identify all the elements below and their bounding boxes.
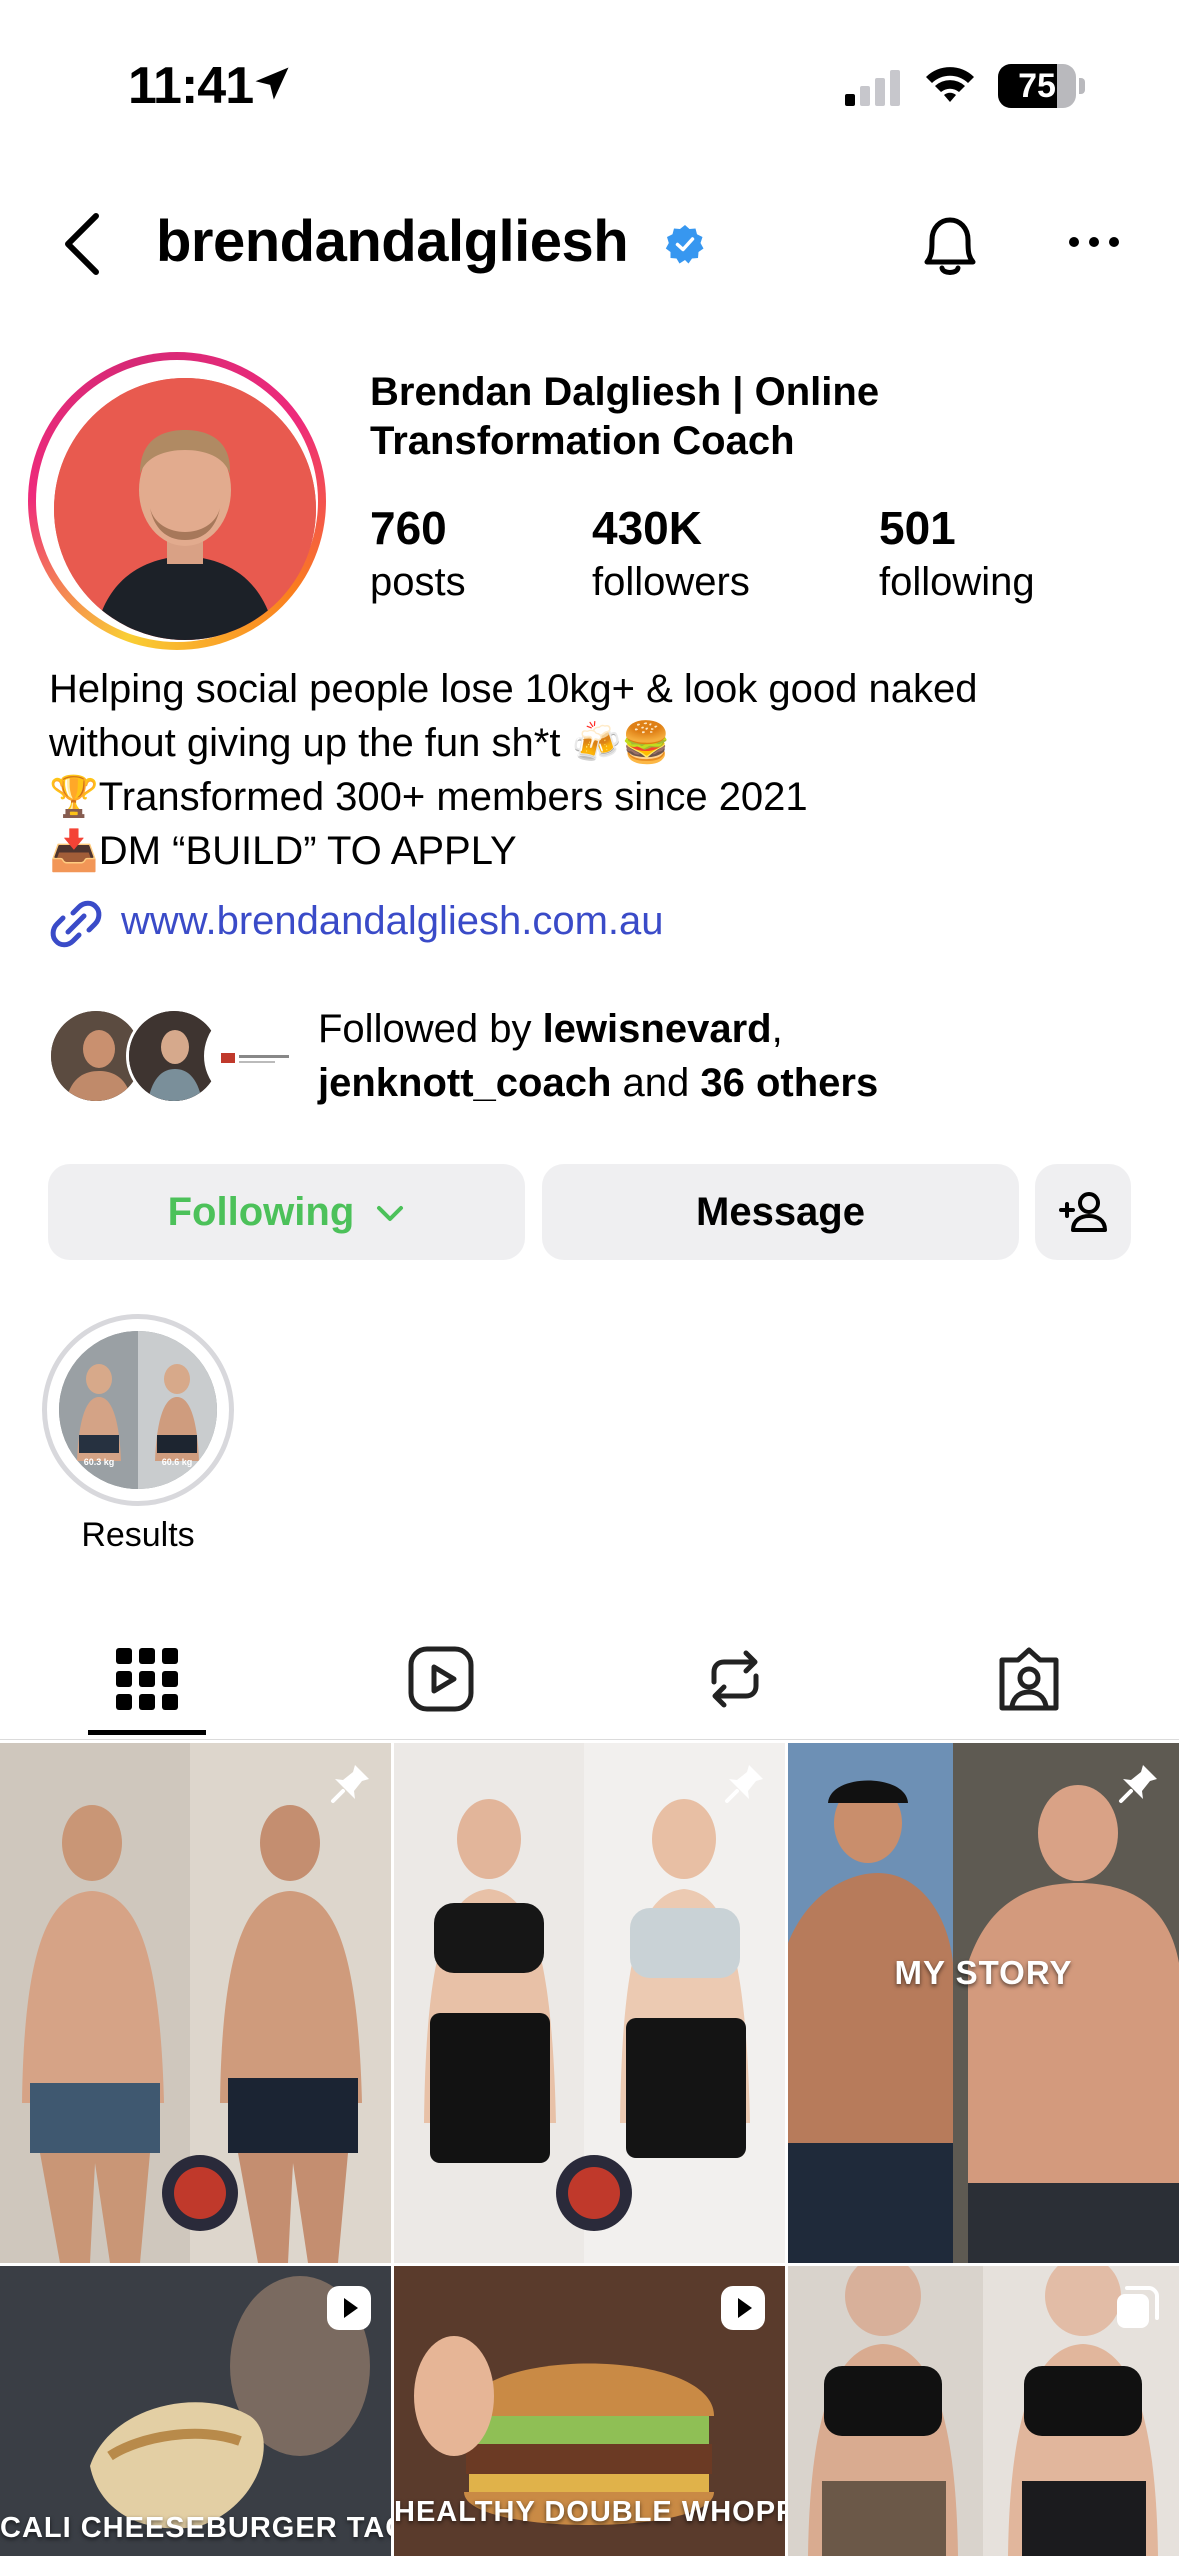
verified-badge-icon bbox=[665, 225, 704, 264]
full-name-line-2: Transformation Coach bbox=[370, 419, 795, 463]
cellular-signal-icon bbox=[845, 70, 900, 106]
story-highlight-label: Results bbox=[81, 1516, 195, 1554]
notification-bell-icon[interactable] bbox=[915, 208, 985, 280]
following-button[interactable]: Following bbox=[48, 1164, 525, 1260]
grid-post[interactable] bbox=[0, 1743, 391, 2263]
stat-followers-label: followers bbox=[592, 560, 750, 604]
link-icon bbox=[50, 900, 102, 948]
avatar bbox=[54, 378, 316, 640]
stat-posts-label: posts bbox=[370, 560, 466, 604]
reels-icon bbox=[408, 1646, 474, 1712]
tab-tagged[interactable] bbox=[882, 1620, 1176, 1740]
back-arrow-icon[interactable] bbox=[58, 210, 106, 278]
tab-reels[interactable] bbox=[294, 1620, 588, 1740]
profile-tabs bbox=[0, 1620, 1179, 1740]
tab-reposts[interactable] bbox=[588, 1620, 882, 1740]
suggested-users-button[interactable] bbox=[1035, 1164, 1131, 1260]
repost-icon bbox=[711, 1650, 759, 1708]
wifi-icon bbox=[926, 67, 974, 102]
bio-line: Helping social people lose 10kg+ & look … bbox=[49, 667, 978, 711]
status-bar: 11:41 75 bbox=[0, 0, 1179, 150]
post-caption: MY STORY bbox=[894, 1954, 1073, 1991]
followed-by-user[interactable]: lewisnevard bbox=[543, 1007, 772, 1051]
carousel-icon bbox=[1117, 2286, 1159, 2328]
stat-following-value: 501 bbox=[879, 502, 956, 554]
chevron-down-icon bbox=[377, 1206, 404, 1222]
followed-by-others[interactable]: 36 others bbox=[700, 1061, 878, 1105]
following-button-label: Following bbox=[167, 1190, 355, 1234]
grid-post[interactable]: HEALTHY DOUBLE WHOPPER? bbox=[394, 2266, 785, 2556]
bio-line: without giving up the fun sh*t 🍻🍔 bbox=[49, 721, 672, 765]
stat-posts-value: 760 bbox=[370, 502, 447, 554]
bio-line: 📥DM “BUILD” TO APPLY bbox=[49, 829, 517, 873]
add-person-icon bbox=[1059, 1192, 1107, 1232]
profile-bio: Helping social people lose 10kg+ & look … bbox=[49, 662, 1149, 878]
profile-full-name: Brendan Dalgliesh | Online Transformatio… bbox=[370, 368, 1070, 466]
stat-posts[interactable]: 760 posts bbox=[370, 500, 466, 608]
link-text[interactable]: www.brendandalgliesh.com.au bbox=[121, 899, 664, 944]
pin-icon bbox=[1119, 1765, 1157, 1803]
location-arrow-icon bbox=[255, 67, 289, 100]
pin-icon bbox=[331, 1765, 369, 1803]
stat-following-label: following bbox=[879, 560, 1035, 604]
battery-icon: 75 bbox=[998, 64, 1076, 108]
stat-followers[interactable]: 430K followers bbox=[592, 500, 750, 608]
grid-post[interactable] bbox=[788, 2266, 1179, 2556]
battery-nub bbox=[1079, 78, 1085, 94]
followed-by-text[interactable]: Followed by lewisnevard, jenknott_coach … bbox=[318, 1002, 1138, 1110]
followed-by-user[interactable]: jenknott_coach bbox=[318, 1061, 611, 1105]
profile-username: brendandalgliesh bbox=[156, 209, 629, 274]
followed-by-and: and bbox=[611, 1061, 701, 1105]
avatar-story-ring[interactable] bbox=[28, 352, 326, 650]
reel-icon bbox=[721, 2286, 765, 2330]
stat-followers-value: 430K bbox=[592, 502, 702, 554]
tagged-icon bbox=[999, 1647, 1059, 1711]
bio-line: 🏆Transformed 300+ members since 2021 bbox=[49, 775, 808, 819]
message-button[interactable]: Message bbox=[542, 1164, 1019, 1260]
message-button-label: Message bbox=[696, 1190, 865, 1234]
highlight-right-weight: 60.6 kg bbox=[162, 1457, 193, 1467]
highlight-left-weight: 60.3 kg bbox=[84, 1457, 115, 1467]
grid-post[interactable]: CALI CHEESEBURGER TACO? bbox=[0, 2266, 391, 2556]
battery-percent: 75 bbox=[1018, 67, 1056, 105]
full-name-line-1: Brendan Dalgliesh | Online bbox=[370, 370, 880, 414]
story-highlight[interactable]: 60.3 kg 60.6 kg bbox=[42, 1314, 234, 1506]
status-time: 11:41 bbox=[128, 57, 254, 115]
grid-icon bbox=[116, 1648, 178, 1710]
active-tab-indicator bbox=[88, 1730, 206, 1735]
tabs-divider bbox=[0, 1739, 1179, 1740]
grid-post[interactable] bbox=[394, 1743, 785, 2263]
stat-following[interactable]: 501 following bbox=[879, 500, 1035, 608]
post-caption: HEALTHY DOUBLE WHOPPER? bbox=[394, 2496, 785, 2528]
pin-icon bbox=[725, 1765, 763, 1803]
grid-post[interactable]: MY STORY bbox=[788, 1743, 1179, 2263]
followed-by-comma: , bbox=[771, 1007, 783, 1051]
post-caption: CALI CHEESEBURGER TACO? bbox=[0, 2512, 391, 2544]
followed-by-prefix: Followed by bbox=[318, 1007, 543, 1051]
more-options-icon[interactable] bbox=[1068, 236, 1120, 248]
reel-icon bbox=[327, 2286, 371, 2330]
mutual-avatar bbox=[204, 1008, 300, 1104]
mutual-followers-avatars[interactable] bbox=[48, 1008, 308, 1108]
posts-grid: MY STORY CALI CHEESEBURGER TACO? HEALTHY… bbox=[0, 1743, 1179, 2556]
tab-posts-grid[interactable] bbox=[0, 1620, 294, 1740]
